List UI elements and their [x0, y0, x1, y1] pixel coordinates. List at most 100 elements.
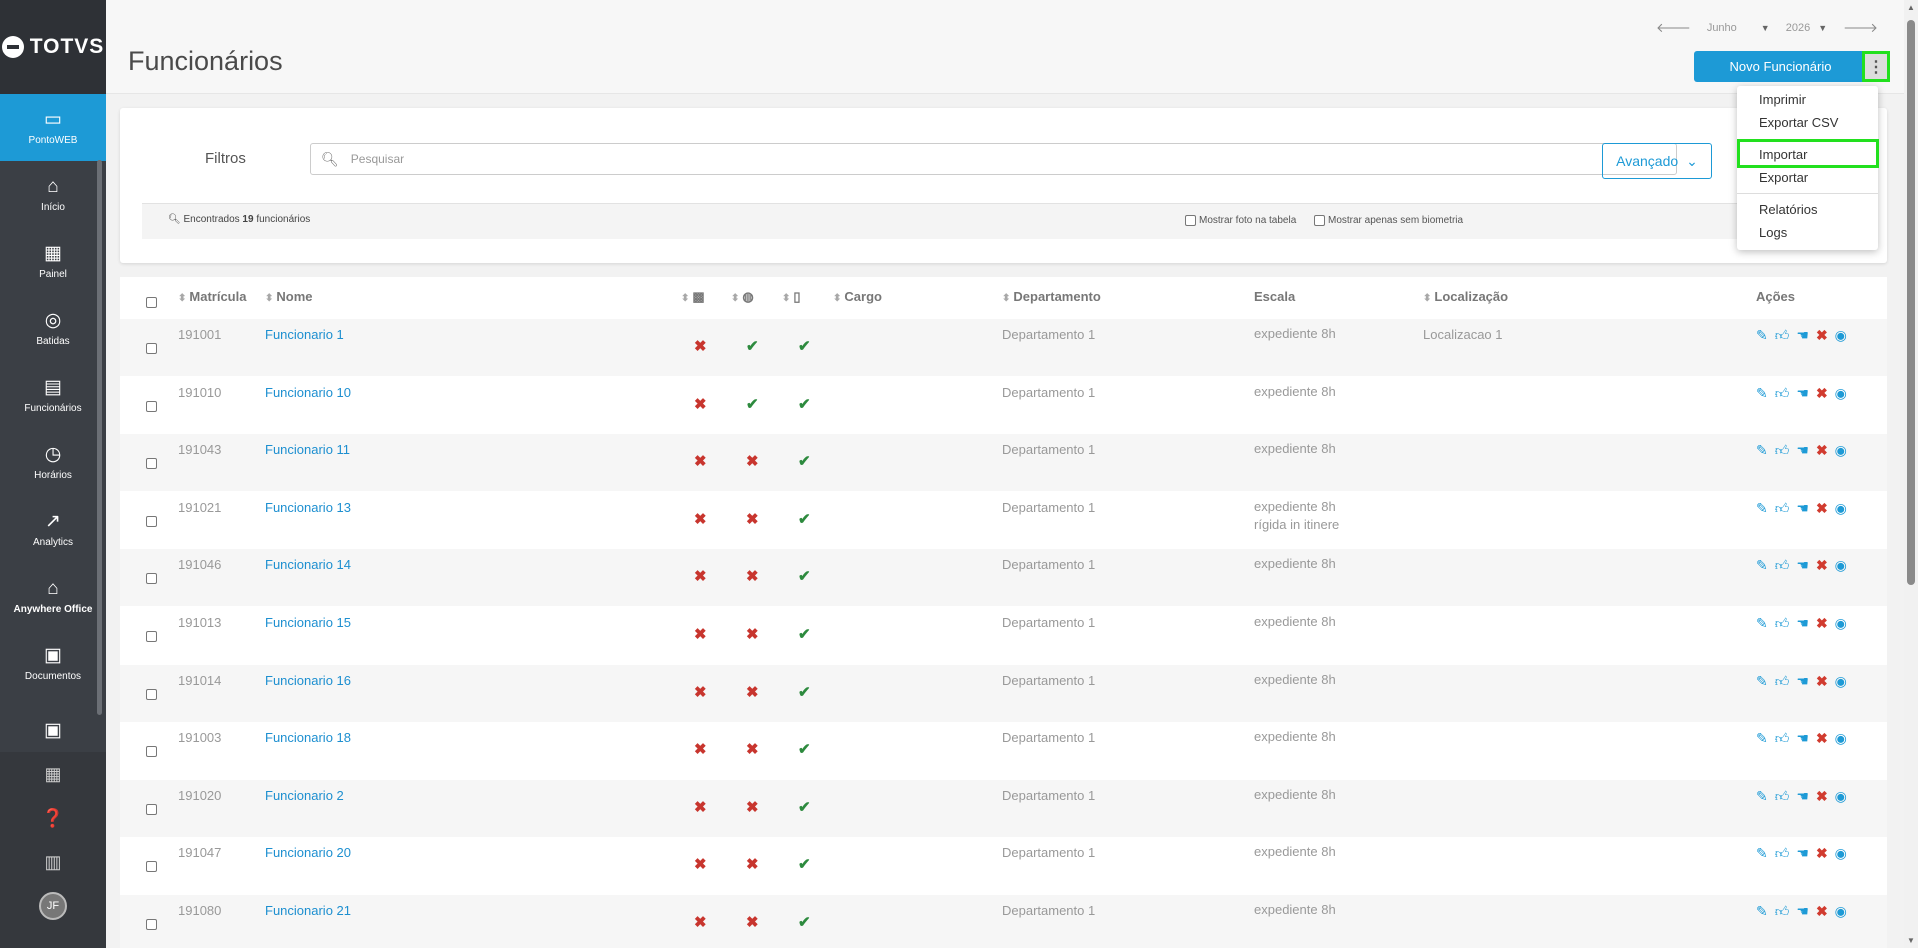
edit-icon[interactable]: ✎ — [1756, 557, 1768, 574]
hand-icon[interactable]: ☚ — [1796, 615, 1809, 632]
approve-icon[interactable]: 👍︎ — [1775, 500, 1790, 517]
approve-icon[interactable]: 👍︎ — [1775, 385, 1790, 402]
new-employee-button[interactable]: Novo Funcionário — [1694, 51, 1867, 82]
menu-item-logs[interactable]: Logs — [1759, 225, 1787, 240]
employee-name-link[interactable]: Funcionario 14 — [265, 557, 351, 572]
approve-icon[interactable]: 👍︎ — [1775, 327, 1790, 344]
hand-icon[interactable]: ☚ — [1796, 327, 1809, 344]
table-row[interactable]: 191010 Funcionario 10 ✖ ✔ ✔ Departamento 1 exp… — [120, 377, 1887, 434]
delete-icon[interactable]: ✖ — [1816, 615, 1828, 632]
hand-icon[interactable]: ☚ — [1796, 557, 1809, 574]
page-scrollbar[interactable]: ▲ ▼ — [1904, 0, 1918, 948]
sidebar-item-0[interactable]: ▭ PontoWEB — [0, 94, 106, 161]
col-nome[interactable]: ⬍ Nome — [265, 289, 313, 304]
month-select[interactable]: Junho ▼ — [1707, 22, 1770, 34]
row-checkbox[interactable] — [146, 746, 157, 758]
edit-icon[interactable]: ✎ — [1756, 385, 1768, 402]
delete-icon[interactable]: ✖ — [1816, 730, 1828, 747]
no-biometry-option[interactable]: Mostrar apenas sem biometria — [1314, 215, 1463, 226]
menu-item-exportar[interactable]: Exportar — [1759, 170, 1808, 185]
employee-name-link[interactable]: Funcionario 20 — [265, 845, 351, 860]
row-checkbox[interactable] — [146, 400, 157, 412]
approve-icon[interactable]: 👍︎ — [1775, 557, 1790, 574]
row-checkbox[interactable] — [146, 861, 157, 873]
table-row[interactable]: 191046 Funcionario 14 ✖ ✖ ✔ Departamento 1 exp… — [120, 549, 1887, 607]
menu-item-relatorios[interactable]: Relatórios — [1759, 202, 1818, 217]
delete-icon[interactable]: ✖ — [1816, 788, 1828, 805]
table-row[interactable]: 191014 Funcionario 16 ✖ ✖ ✔ Departamento 1 exp… — [120, 664, 1887, 722]
col-biometry[interactable]: ⬍ ▩ — [681, 289, 705, 305]
col-matricula[interactable]: ⬍ Matrícula — [178, 289, 246, 304]
employee-name-link[interactable]: Funcionario 10 — [265, 385, 351, 400]
table-row[interactable]: 191021 Funcionario 13 ✖ ✖ ✔ Departamento 1 exp… — [120, 492, 1887, 549]
approve-icon[interactable]: 👍︎ — [1775, 673, 1790, 690]
edit-icon[interactable]: ✎ — [1756, 442, 1768, 459]
scroll-up-icon[interactable]: ▲ — [1907, 3, 1915, 12]
col-cargo[interactable]: ⬍ Cargo — [833, 289, 882, 304]
company-icon[interactable]: ▥ — [0, 840, 106, 884]
delete-icon[interactable]: ✖ — [1816, 442, 1828, 459]
approve-icon[interactable]: 👍︎ — [1775, 615, 1790, 632]
row-checkbox[interactable] — [146, 458, 157, 470]
select-all-checkbox[interactable] — [146, 297, 157, 308]
edit-icon[interactable]: ✎ — [1756, 615, 1768, 632]
table-row[interactable]: 191001 Funcionario 1 ✖ ✔ ✔ Departamento 1 expe… — [120, 319, 1887, 376]
delete-icon[interactable]: ✖ — [1816, 557, 1828, 574]
view-icon[interactable]: ◉ — [1835, 788, 1847, 805]
delete-icon[interactable]: ✖ — [1816, 845, 1828, 862]
edit-icon[interactable]: ✎ — [1756, 327, 1768, 344]
view-icon[interactable]: ◉ — [1835, 442, 1847, 459]
scroll-down-icon[interactable]: ▼ — [1907, 936, 1915, 945]
approve-icon[interactable]: 👍︎ — [1775, 442, 1790, 459]
show-photo-checkbox[interactable] — [1185, 215, 1196, 226]
edit-icon[interactable]: ✎ — [1756, 903, 1768, 920]
prev-period-icon[interactable]: 🡐 — [1656, 20, 1691, 36]
view-icon[interactable]: ◉ — [1835, 730, 1847, 747]
row-checkbox[interactable] — [146, 515, 157, 527]
employee-name-link[interactable]: Funcionario 13 — [265, 500, 351, 515]
table-row[interactable]: 191020 Funcionario 2 ✖ ✖ ✔ Departamento 1 expe… — [120, 779, 1887, 837]
hand-icon[interactable]: ☚ — [1796, 673, 1809, 690]
year-select[interactable]: 2026 ▼ — [1786, 22, 1827, 34]
next-period-icon[interactable]: 🡒 — [1843, 20, 1878, 36]
search-input[interactable] — [350, 152, 1651, 166]
hand-icon[interactable]: ☚ — [1796, 442, 1809, 459]
edit-icon[interactable]: ✎ — [1756, 500, 1768, 517]
menu-item-exportar-csv[interactable]: Exportar CSV — [1759, 115, 1838, 130]
employee-name-link[interactable]: Funcionario 21 — [265, 903, 351, 918]
sidebar-item-6[interactable]: ↗ Analytics — [0, 496, 106, 563]
delete-icon[interactable]: ✖ — [1816, 500, 1828, 517]
menu-item-imprimir[interactable]: Imprimir — [1759, 92, 1806, 107]
hand-icon[interactable]: ☚ — [1796, 903, 1809, 920]
employee-name-link[interactable]: Funcionario 2 — [265, 788, 344, 803]
hand-icon[interactable]: ☚ — [1796, 730, 1809, 747]
col-localizacao[interactable]: ⬍ Localização — [1423, 289, 1508, 304]
view-icon[interactable]: ◉ — [1835, 845, 1847, 862]
view-icon[interactable]: ◉ — [1835, 385, 1847, 402]
edit-icon[interactable]: ✎ — [1756, 730, 1768, 747]
table-row[interactable]: 191003 Funcionario 18 ✖ ✖ ✔ Departamento 1 exp… — [120, 722, 1887, 779]
show-photo-option[interactable]: Mostrar foto na tabela — [1185, 215, 1296, 226]
view-icon[interactable]: ◉ — [1835, 903, 1847, 920]
help-icon[interactable]: ❓ — [0, 796, 106, 840]
row-checkbox[interactable] — [146, 631, 157, 642]
sidebar-item-4[interactable]: ▤ Funcionários — [0, 362, 106, 429]
no-biometry-checkbox[interactable] — [1314, 215, 1325, 226]
view-icon[interactable]: ◉ — [1835, 327, 1847, 344]
col-web[interactable]: ⬍ ◍ — [731, 289, 754, 305]
table-row[interactable]: 191080 Funcionario 21 ✖ ✖ ✔ Departamento 1 exp… — [120, 895, 1887, 948]
approve-icon[interactable]: 👍︎ — [1775, 845, 1790, 862]
edit-icon[interactable]: ✎ — [1756, 845, 1768, 862]
hand-icon[interactable]: ☚ — [1796, 788, 1809, 805]
employee-name-link[interactable]: Funcionario 16 — [265, 673, 351, 688]
hand-icon[interactable]: ☚ — [1796, 845, 1809, 862]
row-checkbox[interactable] — [146, 803, 157, 815]
sidebar-item-7[interactable]: ⌂ Anywhere Office — [0, 563, 106, 630]
employee-name-link[interactable]: Funcionario 18 — [265, 730, 351, 745]
employee-name-link[interactable]: Funcionario 15 — [265, 615, 351, 630]
approve-icon[interactable]: 👍︎ — [1775, 788, 1790, 805]
avatar[interactable]: JF — [39, 892, 67, 920]
view-icon[interactable]: ◉ — [1835, 557, 1847, 574]
delete-icon[interactable]: ✖ — [1816, 673, 1828, 690]
sidebar-item-8[interactable]: ▣ Documentos — [0, 630, 106, 697]
